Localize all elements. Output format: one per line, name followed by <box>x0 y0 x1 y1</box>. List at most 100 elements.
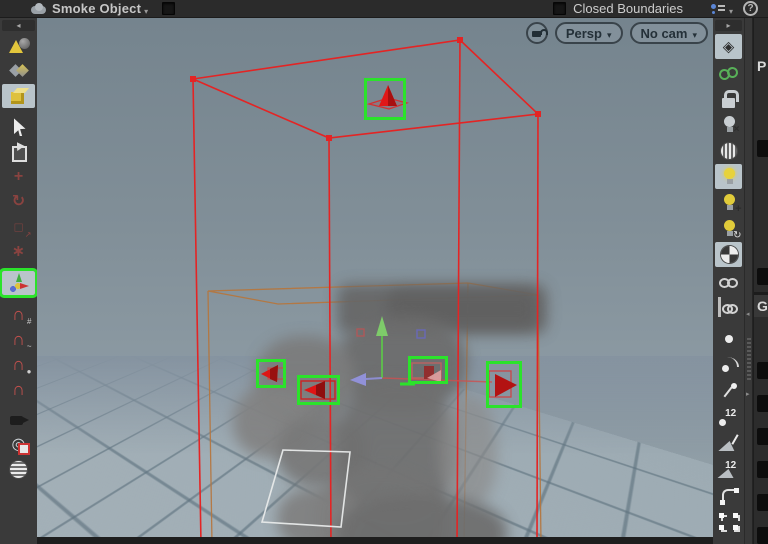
parameter-field[interactable] <box>757 140 768 157</box>
pose-tool-icon: ∗ <box>8 242 30 262</box>
stereo-glasses-button[interactable] <box>715 294 742 319</box>
points-display-button[interactable]: ◈ <box>715 34 742 59</box>
scene-viewport[interactable]: Persp No cam <box>37 18 713 544</box>
display-options-icon <box>8 460 30 480</box>
viewport-right-toolbar: ▸ ◈ × + ↻ 12 12 <box>713 18 744 544</box>
closed-boundaries-label: Closed Boundaries <box>573 1 683 16</box>
display-points-icon <box>8 61 30 81</box>
select-object-button[interactable] <box>2 140 35 164</box>
lights-off-icon: × <box>718 115 740 135</box>
axis-gizmo-icon <box>8 273 30 293</box>
help-icon[interactable]: ? <box>743 1 758 16</box>
panel-section-label-1: P <box>757 58 766 74</box>
corner-handle-button[interactable] <box>715 482 742 507</box>
scale-tool-icon: □↗ <box>8 217 30 237</box>
lock-button[interactable] <box>715 86 742 111</box>
prim-pin-button[interactable] <box>715 430 742 455</box>
camera-tool-button[interactable] <box>2 408 35 432</box>
glasses-button[interactable] <box>715 268 742 293</box>
selection-box-a <box>256 359 286 388</box>
parameter-field[interactable] <box>757 395 768 412</box>
orbit-light-icon: ↻ <box>718 219 740 239</box>
points-display-icon: ◈ <box>718 37 740 57</box>
show-guides-button[interactable] <box>715 60 742 85</box>
prim-number-icon: 12 <box>718 459 740 479</box>
headlight-button[interactable] <box>715 138 742 163</box>
lights-on-button[interactable] <box>715 164 742 189</box>
prim-pin-icon <box>718 433 740 453</box>
smoke-object-icon <box>31 3 47 15</box>
display-points-button[interactable] <box>2 59 35 83</box>
parameter-dialog-icon[interactable] <box>709 2 725 16</box>
parameter-field[interactable] <box>757 362 768 379</box>
select-arrow-icon <box>8 117 30 137</box>
display-cube-button[interactable] <box>2 84 35 108</box>
parameter-dialog-caret-icon[interactable]: ▾ <box>729 7 733 16</box>
camera-label: No cam <box>641 26 688 41</box>
point-icon <box>718 329 740 349</box>
point-button[interactable] <box>715 326 742 351</box>
snap-curve-button[interactable]: ∩~ <box>2 327 35 351</box>
splitter-arrow-right-icon[interactable]: ▸ <box>746 390 750 398</box>
marquee-button[interactable] <box>715 508 742 533</box>
render-region-button[interactable]: ◎ <box>2 433 35 457</box>
parameter-field[interactable] <box>757 428 768 445</box>
rotate-tool-icon: ↻ <box>8 192 30 212</box>
axis-gizmo-button[interactable] <box>2 271 35 295</box>
display-options-button[interactable] <box>2 458 35 482</box>
add-light-icon: + <box>718 193 740 213</box>
pose-tool-button[interactable]: ∗ <box>2 240 35 264</box>
display-cone-button[interactable] <box>2 34 35 58</box>
snap-grid-button[interactable]: ∩# <box>2 302 35 326</box>
orbit-light-button[interactable]: ↻ <box>715 216 742 241</box>
collapse-right-toolbar-button[interactable]: ▸ <box>715 20 742 31</box>
translate-tool-icon: + <box>8 167 30 187</box>
lights-on-icon <box>718 167 740 187</box>
lights-off-button[interactable]: × <box>715 112 742 137</box>
panel-splitter[interactable]: ◂ ▸ <box>744 18 753 544</box>
point-trail-button[interactable] <box>715 352 742 377</box>
display-cube-icon <box>8 86 30 106</box>
select-arrow-button[interactable] <box>2 115 35 139</box>
projection-menu[interactable]: Persp <box>555 22 623 44</box>
collapse-left-toolbar-button[interactable]: ◂ <box>2 20 35 31</box>
closed-boundaries-checkbox[interactable] <box>553 2 566 15</box>
chevron-down-icon <box>692 26 697 41</box>
lock-camera-icon[interactable] <box>526 22 548 44</box>
splitter-handle[interactable] <box>747 336 751 380</box>
snap-curve-icon: ∩~ <box>8 329 30 349</box>
splitter-arrow-left-icon[interactable]: ◂ <box>746 310 750 318</box>
point-number-button[interactable]: 12 <box>715 404 742 429</box>
show-guides-icon <box>718 63 740 83</box>
material-sphere-button[interactable] <box>715 242 742 267</box>
selection-box-d <box>486 361 522 408</box>
snap-point-icon: ∩● <box>8 354 30 374</box>
rotate-tool-button[interactable]: ↻ <box>2 190 35 214</box>
camera-menu[interactable]: No cam <box>630 22 709 44</box>
point-number-icon: 12 <box>718 407 740 427</box>
snap-magnet-button[interactable]: ∩ <box>2 377 35 401</box>
viewport-camera-controls: Persp No cam <box>526 22 708 44</box>
operation-checkbox[interactable] <box>162 2 175 15</box>
operation-menu-caret-icon[interactable]: ▾ <box>144 7 148 16</box>
lock-icon <box>718 89 740 109</box>
parameter-field[interactable] <box>757 461 768 478</box>
translate-tool-button[interactable]: + <box>2 165 35 189</box>
panel-section-label-2: G <box>757 298 768 314</box>
parameters-panel: P G <box>753 18 768 544</box>
prim-number-button[interactable]: 12 <box>715 456 742 481</box>
snap-point-button[interactable]: ∩● <box>2 352 35 376</box>
pin-button[interactable] <box>715 378 742 403</box>
parameter-field[interactable] <box>757 494 768 511</box>
display-cone-icon <box>8 36 30 56</box>
operation-title[interactable]: Smoke Object <box>52 1 141 16</box>
corner-handle-icon <box>718 485 740 505</box>
parameter-field[interactable] <box>757 527 768 544</box>
parameter-field[interactable] <box>757 268 768 285</box>
marquee-icon <box>718 511 740 531</box>
snap-grid-icon: ∩# <box>8 304 30 324</box>
scale-tool-button[interactable]: □↗ <box>2 215 35 239</box>
add-light-button[interactable]: + <box>715 190 742 215</box>
selection-box-b <box>297 375 340 405</box>
chevron-down-icon <box>607 26 612 41</box>
